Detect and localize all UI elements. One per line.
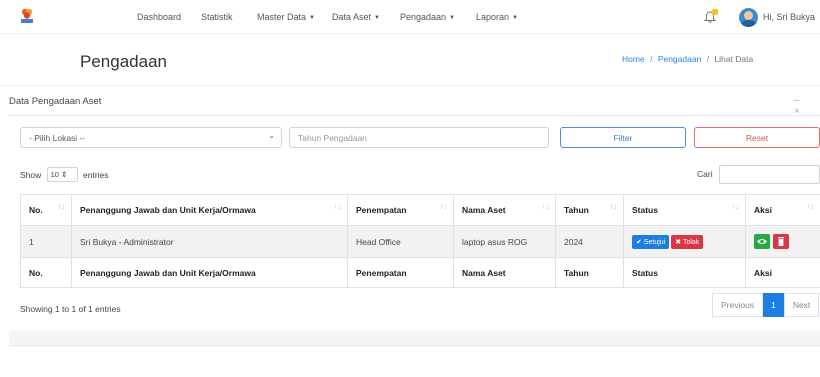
eye-icon <box>757 239 767 244</box>
table-footer-row: No. Penanggung Jawab dan Unit Kerja/Orma… <box>20 257 820 288</box>
card-title: Data Pengadaan Aset <box>9 96 102 107</box>
col-header-nama-aset[interactable]: Nama Aset ↑↓ <box>453 194 556 226</box>
search-input[interactable] <box>719 165 820 184</box>
cell-penempatan: Head Office <box>347 225 454 258</box>
x-icon: ✖ <box>675 238 682 246</box>
card-divider <box>9 115 820 116</box>
sort-icon: ↑↓ <box>334 204 341 211</box>
page-header: Pengadaan Home / Pengadaan / Lihat Data <box>0 34 820 86</box>
cell-pj: Sri Bukya - Administrator <box>71 225 348 258</box>
avatar[interactable] <box>739 8 758 27</box>
table-info: Showing 1 to 1 of 1 entries <box>20 304 121 314</box>
length-control: Show 10 ⇕ entries <box>20 167 109 183</box>
nav-data-aset[interactable]: Data Aset ▼ <box>332 12 380 22</box>
data-table: No. ↑↓ Penanggung Jawab dan Unit Kerja/Or… <box>20 194 820 288</box>
pagination-page[interactable]: 1 <box>763 293 784 317</box>
nav-statistik[interactable]: Statistik <box>201 12 233 22</box>
sort-icon: ↑↓ <box>610 204 617 211</box>
col-footer-penempatan: Penempatan <box>347 257 454 288</box>
col-footer-tahun: Tahun <box>555 257 624 288</box>
cell-status: ✔ Setujui ✖ Tolak <box>623 225 746 258</box>
cell-no: 1 <box>20 225 72 258</box>
user-greeting[interactable]: Hi, Sri Bukya <box>763 12 815 22</box>
chevron-down-icon: ⌄ <box>268 131 275 140</box>
sort-icon: ↑↓ <box>58 204 65 211</box>
location-select[interactable]: - Pilih Lokasi -- ⌄ <box>20 127 282 148</box>
reject-button[interactable]: ✖ Tolak <box>671 234 704 249</box>
col-footer-status: Status <box>623 257 746 288</box>
logo-icon[interactable] <box>20 7 34 25</box>
notification-badge <box>712 9 718 15</box>
caret-down-icon: ▼ <box>309 15 315 21</box>
caret-down-icon: ▼ <box>512 15 518 21</box>
col-header-status[interactable]: Status ↑↓ <box>623 194 746 226</box>
search-label: Cari <box>697 169 713 179</box>
caret-down-icon: ▼ <box>449 15 455 21</box>
nav-dashboard[interactable]: Dashboard <box>137 12 181 22</box>
col-header-penempatan[interactable]: Penempatan ↑↓ <box>347 194 454 226</box>
card-footer <box>9 331 820 346</box>
breadcrumb-home[interactable]: Home <box>622 54 645 64</box>
page-title: Pengadaan <box>80 52 167 71</box>
table-row: 1 Sri Bukya - Administrator Head Office … <box>20 225 820 258</box>
sort-icon: ↑↓ <box>807 204 814 211</box>
reset-button[interactable]: Reset <box>694 127 820 148</box>
cell-nama-aset: laptop asus ROG <box>453 225 556 258</box>
caret-down-icon: ▼ <box>374 15 380 21</box>
nav-laporan[interactable]: Laporan ▼ <box>476 12 518 22</box>
sort-icon: ↑↓ <box>732 204 739 211</box>
col-header-no[interactable]: No. ↑↓ <box>20 194 72 226</box>
top-navbar: Dashboard Statistik Master Data ▼ Data As… <box>0 0 820 34</box>
entries-select[interactable]: 10 ⇕ <box>46 167 78 182</box>
collapse-icon[interactable]: – <box>794 95 808 106</box>
pagination-next[interactable]: Next <box>783 293 820 317</box>
col-header-tahun[interactable]: Tahun ↑↓ <box>555 194 624 226</box>
cell-aksi <box>745 225 820 258</box>
delete-button[interactable] <box>773 234 789 249</box>
nav-master-data[interactable]: Master Data ▼ <box>257 12 315 22</box>
pagination: Previous 1 Next <box>712 293 820 317</box>
breadcrumb-current: Lihat Data <box>714 54 754 64</box>
sort-arrows-icon: ⇕ <box>61 170 68 179</box>
card-tools: –× <box>794 95 820 117</box>
breadcrumb: Home / Pengadaan / Lihat Data <box>622 54 754 64</box>
breadcrumb-pengadaan[interactable]: Pengadaan <box>658 54 702 64</box>
check-icon: ✔ <box>636 238 642 246</box>
col-footer-aksi: Aksi <box>745 257 820 288</box>
trash-icon <box>778 237 784 246</box>
col-header-pj[interactable]: Penanggung Jawab dan Unit Kerja/Ormawa ↑↓ <box>71 194 348 226</box>
year-input[interactable] <box>289 127 549 148</box>
col-footer-no: No. <box>20 257 72 288</box>
col-footer-nama-aset: Nama Aset <box>453 257 556 288</box>
filter-button[interactable]: Filter <box>560 127 686 148</box>
col-header-aksi[interactable]: Aksi ↑↓ <box>745 194 820 226</box>
approve-button[interactable]: ✔ Setujui <box>632 234 670 249</box>
view-button[interactable] <box>754 234 770 249</box>
table-header-row: No. ↑↓ Penanggung Jawab dan Unit Kerja/Or… <box>20 194 820 226</box>
nav-pengadaan[interactable]: Pengadaan ▼ <box>400 12 455 22</box>
sort-icon: ↑↓ <box>440 204 447 211</box>
col-footer-pj: Penanggung Jawab dan Unit Kerja/Ormawa <box>71 257 348 288</box>
cell-tahun: 2024 <box>555 225 624 258</box>
sort-icon: ↑↓ <box>542 204 549 211</box>
pagination-previous[interactable]: Previous <box>712 293 764 317</box>
